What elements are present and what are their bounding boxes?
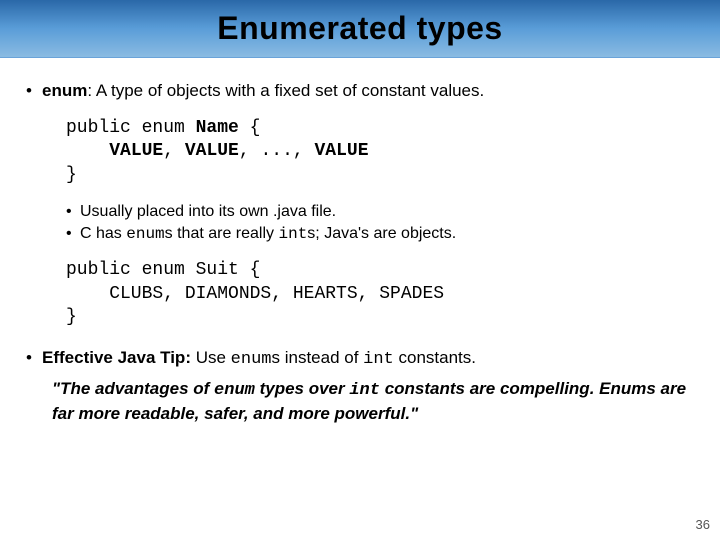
tip-bullet: • Effective Java Tip: Use enums instead … xyxy=(26,347,694,372)
term-enum: enum xyxy=(42,81,87,100)
tip-c: enum xyxy=(231,350,272,369)
sb2-c: s that are really xyxy=(165,225,279,242)
definition-bullet: • enum: A type of objects with a fixed s… xyxy=(26,80,694,103)
code-template-values: VALUE xyxy=(109,141,163,161)
code-sep2: , ..., xyxy=(239,141,315,161)
q-b: enum xyxy=(214,381,255,400)
bullet-icon: • xyxy=(66,223,80,246)
tip-b: Use xyxy=(191,348,231,367)
code-sep1: , xyxy=(163,141,185,161)
sub-bullet-1: • Usually placed into its own .java file… xyxy=(66,201,694,223)
tip-block: • Effective Java Tip: Use enums instead … xyxy=(26,347,694,426)
code-example: public enum Suit { CLUBS, DIAMONDS, HEAR… xyxy=(66,259,694,329)
tip-f: constants. xyxy=(394,348,476,367)
title-band: Enumerated types xyxy=(0,0,720,58)
sb2-d: int xyxy=(278,225,307,243)
tip-text: Effective Java Tip: Use enums instead of… xyxy=(42,347,476,372)
definition-text: enum: A type of objects with a fixed set… xyxy=(42,80,484,103)
code-template-values3: VALUE xyxy=(314,141,368,161)
bullet-icon: • xyxy=(26,347,42,372)
code-template-values2: VALUE xyxy=(185,141,239,161)
sub-bullet-2: • C has enums that are really ints; Java… xyxy=(66,223,694,246)
tip-d: s instead of xyxy=(271,348,363,367)
bullet-icon: • xyxy=(66,201,80,223)
sub-bullet-1-text: Usually placed into its own .java file. xyxy=(80,201,336,223)
page-title: Enumerated types xyxy=(217,10,502,47)
sb2-a: C has xyxy=(80,225,126,242)
q-a: "The advantages of xyxy=(52,379,214,398)
q-c: types over xyxy=(255,379,350,398)
q-d: int xyxy=(349,381,380,400)
code-template: public enum Name { VALUE, VALUE, ..., VA… xyxy=(66,117,694,187)
code-template-name: Name xyxy=(196,118,239,138)
tip-e: int xyxy=(363,350,394,369)
quote-block: "The advantages of enum types over int c… xyxy=(52,378,694,426)
code-template-pre: public enum xyxy=(66,118,196,138)
slide-number: 36 xyxy=(696,517,710,532)
sb2-b: enum xyxy=(126,225,164,243)
definition-rest: : A type of objects with a fixed set of … xyxy=(87,81,484,100)
sub-bullet-2-text: C has enums that are really ints; Java's… xyxy=(80,223,456,246)
tip-lead: Effective Java Tip: xyxy=(42,348,191,367)
code-template-end: } xyxy=(66,165,77,185)
bullet-icon: • xyxy=(26,80,42,103)
sb2-e: s; Java's are objects. xyxy=(307,225,456,242)
sub-bullet-group: • Usually placed into its own .java file… xyxy=(66,201,694,245)
slide-body: • enum: A type of objects with a fixed s… xyxy=(0,58,720,426)
